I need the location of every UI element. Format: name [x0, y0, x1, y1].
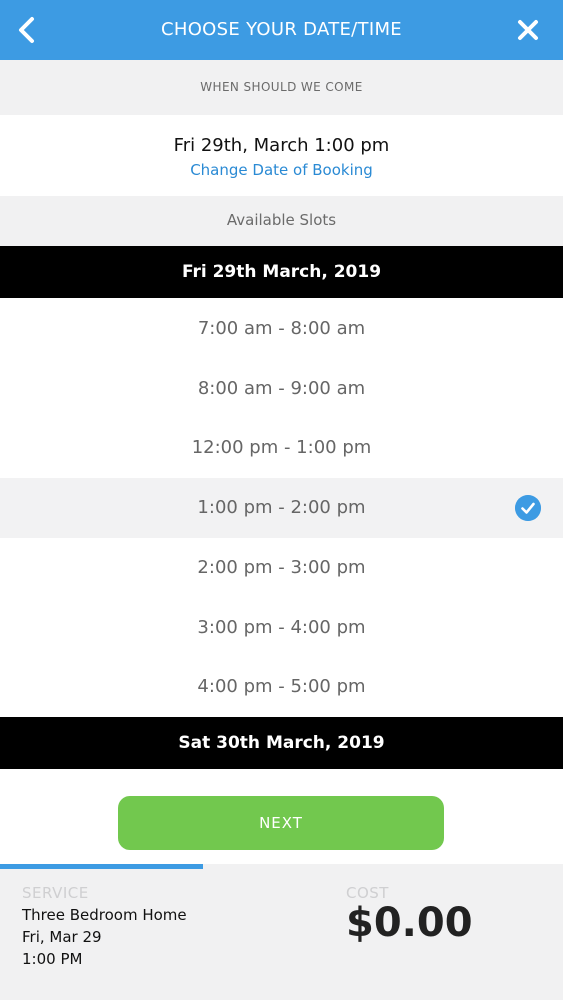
- selected-datetime-panel: Fri 29th, March 1:00 pm Change Date of B…: [0, 115, 563, 196]
- day-header-sat: Sat 30th March, 2019: [0, 717, 563, 769]
- time-slot[interactable]: 4:00 pm - 5:00 pm: [0, 657, 563, 717]
- service-date: Fri, Mar 29: [22, 928, 102, 946]
- progress-bar: [0, 864, 563, 869]
- service-time: 1:00 PM: [22, 950, 83, 968]
- when-section-label: WHEN SHOULD WE COME: [0, 60, 563, 115]
- next-button-area: NEXT: [0, 769, 563, 864]
- day-header-fri: Fri 29th March, 2019: [0, 246, 563, 298]
- check-circle-icon: [515, 495, 541, 521]
- close-icon[interactable]: [515, 17, 541, 43]
- time-slot[interactable]: 8:00 am - 9:00 am: [0, 359, 563, 419]
- booking-summary: SERVICE Three Bedroom Home Fri, Mar 29 1…: [0, 864, 563, 1000]
- service-label: SERVICE: [22, 884, 89, 902]
- progress-bar-fill: [0, 864, 203, 869]
- selected-datetime: Fri 29th, March 1:00 pm: [173, 135, 390, 156]
- time-slot[interactable]: 3:00 pm - 4:00 pm: [0, 598, 563, 658]
- time-slot[interactable]: 7:00 am - 8:00 am: [0, 299, 563, 359]
- time-slot[interactable]: 2:00 pm - 3:00 pm: [0, 538, 563, 598]
- cost-value: $0.00: [346, 900, 473, 946]
- header-bar: CHOOSE YOUR DATE/TIME: [0, 0, 563, 60]
- next-button[interactable]: NEXT: [118, 796, 444, 850]
- time-slot[interactable]: 12:00 pm - 1:00 pm: [0, 418, 563, 478]
- change-date-link[interactable]: Change Date of Booking: [0, 161, 563, 179]
- service-name: Three Bedroom Home: [22, 906, 187, 924]
- time-slot-selected[interactable]: 1:00 pm - 2:00 pm: [0, 478, 563, 538]
- page-title: CHOOSE YOUR DATE/TIME: [161, 19, 402, 40]
- time-slot-label: 1:00 pm - 2:00 pm: [197, 497, 366, 518]
- available-slots-label: Available Slots: [0, 196, 563, 246]
